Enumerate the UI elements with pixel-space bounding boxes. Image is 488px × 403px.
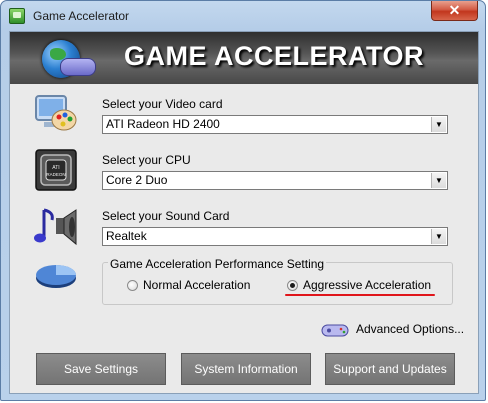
close-button[interactable]: ✕	[431, 1, 478, 21]
performance-title: Game Acceleration Performance Setting	[108, 257, 327, 271]
client-area: GAME ACCELERATOR Select your Video card …	[9, 31, 479, 394]
support-updates-button[interactable]: Support and Updates	[325, 353, 455, 385]
header-banner: GAME ACCELERATOR	[10, 32, 478, 84]
aggressive-acceleration-label[interactable]: Aggressive Acceleration	[303, 278, 431, 292]
save-settings-button[interactable]: Save Settings	[36, 353, 166, 385]
aggressive-acceleration-radio[interactable]	[287, 280, 298, 291]
title-bar[interactable]: Game Accelerator ✕	[1, 1, 485, 31]
chevron-down-icon[interactable]: ▼	[431, 173, 446, 188]
normal-acceleration-label[interactable]: Normal Acceleration	[143, 278, 250, 292]
video-card-label: Select your Video card	[102, 97, 223, 111]
cpu-chip-icon: ATI RADEON	[35, 149, 77, 191]
sound-card-select[interactable]: Realtek ▼	[102, 227, 448, 246]
svg-text:RADEON: RADEON	[46, 172, 65, 177]
system-information-button[interactable]: System Information	[181, 353, 311, 385]
gamepad-icon	[60, 58, 96, 76]
window-title: Game Accelerator	[33, 9, 130, 23]
cpu-select[interactable]: Core 2 Duo ▼	[102, 171, 448, 190]
gamepad-icon[interactable]	[320, 322, 350, 338]
app-icon	[9, 8, 25, 24]
red-underline-annotation	[285, 294, 435, 296]
cpu-label: Select your CPU	[102, 153, 191, 167]
banner-title: GAME ACCELERATOR	[124, 41, 425, 71]
svg-text:ATI: ATI	[52, 165, 59, 171]
app-window: Game Accelerator ✕ GAME ACCELERATOR Sele…	[0, 0, 486, 401]
video-card-value: ATI Radeon HD 2400	[106, 117, 220, 131]
advanced-options-link[interactable]: Advanced Options...	[356, 322, 464, 336]
video-card-select[interactable]: ATI Radeon HD 2400 ▼	[102, 115, 448, 134]
normal-acceleration-radio[interactable]	[127, 280, 138, 291]
chevron-down-icon[interactable]: ▼	[431, 117, 446, 132]
sound-card-value: Realtek	[106, 229, 147, 243]
monitor-palette-icon	[35, 95, 77, 131]
sound-card-label: Select your Sound Card	[102, 209, 230, 223]
cpu-value: Core 2 Duo	[106, 173, 168, 187]
pie-chart-icon	[36, 265, 76, 288]
speaker-note-icon	[34, 208, 77, 246]
chevron-down-icon[interactable]: ▼	[431, 229, 446, 244]
